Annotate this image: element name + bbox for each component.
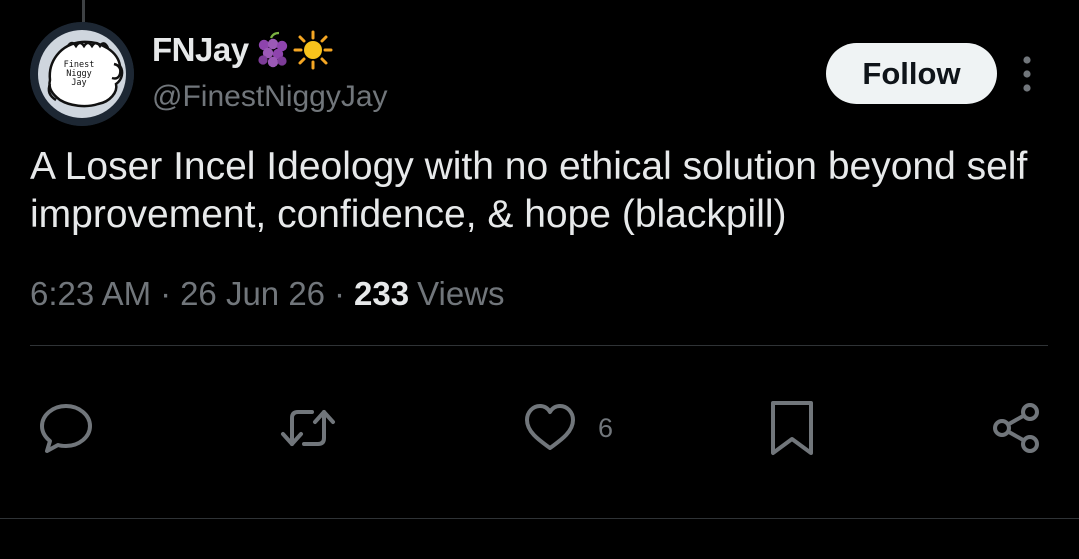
reply-button[interactable]	[38, 398, 94, 458]
sun-icon	[293, 30, 333, 70]
avatar[interactable]: Finest Niggy Jay	[30, 22, 134, 126]
bookmark-button[interactable]	[764, 398, 820, 458]
author-handle[interactable]: @FinestNiggyJay	[152, 80, 388, 114]
speech-bubble-icon	[40, 404, 92, 453]
meta-separator: ·	[334, 275, 346, 312]
tweet-meta: 6:23 AM · 26 Jun 26 · 233 Views	[30, 272, 505, 316]
grapes-icon	[251, 30, 291, 70]
heart-icon	[525, 404, 575, 450]
avatar-label-line: Jay	[71, 77, 87, 88]
like-count: 6	[598, 412, 614, 443]
views-count[interactable]: 233	[354, 275, 409, 313]
more-options-icon[interactable]	[1014, 55, 1040, 93]
share-button[interactable]	[988, 398, 1044, 458]
display-name[interactable]: FNJay	[152, 31, 249, 69]
bookmark-icon	[771, 401, 813, 455]
follow-button[interactable]: Follow	[826, 43, 997, 104]
divider	[30, 345, 1048, 346]
tweet-text: A Loser Incel Ideology with no ethical s…	[30, 145, 1028, 236]
share-icon	[993, 403, 1039, 453]
tweet-time[interactable]: 6:23 AM	[30, 275, 151, 313]
meta-separator: ·	[160, 275, 172, 312]
repost-button[interactable]	[278, 398, 338, 458]
bottom-divider	[0, 518, 1079, 519]
thread-connector-line	[82, 0, 85, 22]
like-button[interactable]: 6	[522, 398, 613, 458]
tweet-date[interactable]: 26 Jun 26	[180, 275, 325, 313]
avatar-label: Finest Niggy Jay	[30, 22, 134, 126]
views-label[interactable]: Views	[417, 275, 504, 313]
repost-arrows-icon	[281, 410, 335, 446]
author-name-row[interactable]: FNJay	[152, 28, 333, 72]
